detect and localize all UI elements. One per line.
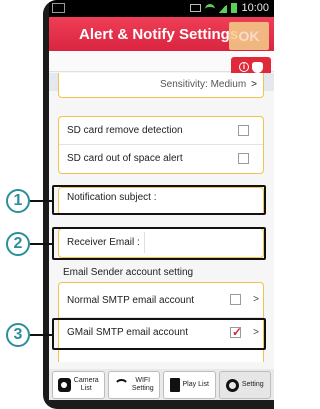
ok-button[interactable]: OK	[229, 22, 269, 50]
callout-3-box	[52, 318, 266, 350]
info-icon: i	[239, 62, 249, 72]
normal-smtp-label: Normal SMTP email account	[67, 294, 195, 306]
sd-remove-row[interactable]: SD card remove detection	[59, 117, 263, 144]
sd-card-options: SD card remove detection SD card out of …	[58, 116, 264, 174]
tab-play-list[interactable]: Play List	[163, 371, 216, 399]
callout-2-box	[52, 227, 266, 260]
sd-remove-label: SD card remove detection	[67, 125, 183, 136]
message-icon	[190, 4, 202, 12]
callout-1-box	[52, 185, 266, 215]
status-icons: 10:00	[190, 2, 269, 14]
status-bar: 10:00	[49, 0, 274, 17]
playlist-icon	[169, 378, 180, 392]
callout-1-line	[30, 200, 52, 202]
tab-play-list-label: Play List	[182, 381, 209, 388]
normal-smtp-row[interactable]: Normal SMTP email account >	[59, 283, 263, 317]
tab-camera-list-label: Camera List	[74, 377, 99, 393]
sensitivity-row[interactable]: Sensitivity: Medium >	[59, 73, 263, 96]
sd-space-checkbox[interactable]	[238, 153, 249, 164]
status-time: 10:00	[241, 2, 269, 14]
alert-banner: i	[49, 51, 274, 77]
callout-2-line	[30, 243, 52, 245]
callout-1: 1	[6, 189, 30, 213]
tab-setting-label: Setting	[241, 381, 264, 388]
sensitivity-card: Sensitivity: Medium >	[58, 73, 264, 98]
tab-camera-list[interactable]: Camera List	[52, 371, 105, 399]
gear-icon	[225, 378, 239, 392]
sd-remove-checkbox[interactable]	[238, 125, 249, 136]
sensitivity-value: Sensitivity: Medium	[160, 79, 247, 90]
sender-section-label: Email Sender account setting	[63, 267, 194, 278]
bottom-tab-bar: Camera List WIFI Setting Play List Setting	[49, 369, 274, 400]
sd-space-row[interactable]: SD card out of space alert	[59, 144, 263, 171]
tab-wifi-setting[interactable]: WIFI Setting	[107, 371, 160, 399]
tab-wifi-setting-line1: WIFI	[135, 377, 151, 384]
wifi-icon	[113, 379, 129, 391]
chevron-right-icon: >	[253, 294, 259, 305]
tab-camera-list-line1: Camera	[73, 377, 99, 384]
camera-icon	[57, 378, 71, 392]
tab-camera-list-line2: List	[80, 385, 92, 392]
signal-icon	[219, 3, 228, 13]
tab-setting[interactable]: Setting	[218, 371, 271, 399]
hand-icon	[252, 61, 263, 73]
chevron-right-icon: >	[251, 79, 257, 90]
callout-3-line	[30, 334, 52, 336]
sd-space-label: SD card out of space alert	[67, 152, 183, 164]
battery-icon	[231, 3, 238, 13]
wifi-status-icon	[205, 4, 216, 12]
tab-wifi-setting-label: WIFI Setting	[132, 377, 154, 393]
tab-wifi-setting-line2: Setting	[131, 385, 154, 392]
picture-icon	[52, 3, 65, 13]
callout-2: 2	[6, 232, 30, 256]
page-title: Alert & Notify Settings	[79, 26, 239, 43]
normal-smtp-checkbox[interactable]	[230, 294, 241, 305]
callout-3: 3	[6, 323, 30, 347]
